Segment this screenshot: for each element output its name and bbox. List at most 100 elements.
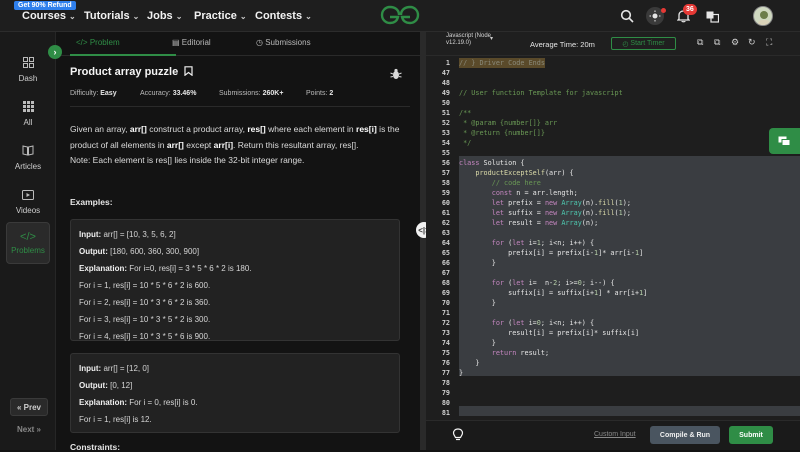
code-text: productExceptSelf(arr) { xyxy=(475,169,574,177)
code-line[interactable]: 74 } xyxy=(426,338,800,348)
code-line[interactable]: 77} xyxy=(426,368,800,378)
nav-courses[interactable]: Courses ⌄ xyxy=(22,10,76,22)
desc-bold: res[] xyxy=(247,124,266,134)
code-line[interactable]: 49 // User function Template for javascri… xyxy=(426,88,800,98)
line-number: 60 xyxy=(441,199,450,207)
desc-text: construct a product array, xyxy=(146,124,248,134)
tab-problem[interactable]: </> Problem xyxy=(76,38,120,47)
code-text: // code here xyxy=(459,179,541,187)
search-icon[interactable] xyxy=(619,8,635,24)
page-title: Product array puzzle xyxy=(70,66,193,78)
collapse-panel-button[interactable]: › xyxy=(48,45,62,59)
code-line[interactable]: 58 // code here xyxy=(426,178,800,188)
code-line[interactable]: 71 xyxy=(426,308,800,318)
sidebar-item-articles[interactable]: Articles xyxy=(6,138,50,178)
promo-badge[interactable]: Get 90% Refund xyxy=(14,1,76,10)
bug-report-icon[interactable] xyxy=(390,68,402,80)
line-number: 69 xyxy=(441,289,450,297)
line-number: 71 xyxy=(441,309,450,317)
code-line[interactable]: 73 result[i] = prefix[i]* suffix[i] xyxy=(426,328,800,338)
tab-editorial[interactable]: ▤ Editorial xyxy=(172,38,211,47)
sidebar-item-dash[interactable]: Dash xyxy=(6,50,50,90)
code-line[interactable]: 66 } xyxy=(426,258,800,268)
code-line[interactable]: 65 prefix[i] = prefix[i-1]* arr[i-1] xyxy=(426,248,800,258)
code-line[interactable]: 47 xyxy=(426,68,800,78)
code-text: * @return {number[]} xyxy=(459,129,545,137)
translate-icon[interactable] xyxy=(704,8,720,24)
code-line[interactable]: 63 xyxy=(426,228,800,238)
code-text: for (let i= n-2; i>=0; i--) { xyxy=(491,279,615,287)
sidebar-item-problems[interactable]: </> Problems xyxy=(6,222,50,264)
code-line[interactable]: 62 let result = new Array(n); xyxy=(426,218,800,228)
line-number: 53 xyxy=(441,129,450,137)
fullscreen-icon[interactable]: ⛶ xyxy=(766,37,772,48)
tab-problem-label: Problem xyxy=(89,38,120,47)
expand-icon[interactable]: ⧉ xyxy=(714,37,720,48)
tab-submissions[interactable]: ◷ Submissions xyxy=(256,38,311,47)
code-text: } xyxy=(459,299,496,307)
problem-panel: </> Problem ▤ Editorial ◷ Submissions Pr… xyxy=(56,32,420,452)
example-line: For i = 4, res[i] = 10 * 3 * 5 * 6 is 90… xyxy=(79,332,211,341)
code-line[interactable]: 53 * @return {number[]} xyxy=(426,128,800,138)
code-line[interactable]: 56 class Solution { xyxy=(426,158,800,168)
code-line[interactable]: 64 for (let i=1; i<n; i++) { xyxy=(426,238,800,248)
custom-input-link[interactable]: Custom Input xyxy=(594,431,636,438)
code-line[interactable]: 55 xyxy=(426,148,800,158)
next-button[interactable]: Next » xyxy=(10,420,48,438)
sidebar-item-label: Problems xyxy=(11,246,45,255)
code-line[interactable]: 52 * @param {number[]} arr xyxy=(426,118,800,128)
reset-icon[interactable]: ↻ xyxy=(748,37,756,48)
submit-button[interactable]: Submit xyxy=(729,426,773,444)
code-line[interactable]: 54 */ xyxy=(426,138,800,148)
chat-icon[interactable] xyxy=(769,128,800,154)
nav-jobs[interactable]: Jobs ⌄ xyxy=(147,10,182,22)
chevron-down-icon: ⌄ xyxy=(132,12,140,21)
example-line: For i = 1, res[i] = 10 * 5 * 6 * 2 is 60… xyxy=(79,281,211,290)
sidebar-item-all[interactable]: All xyxy=(6,94,50,134)
code-line[interactable]: 80 xyxy=(426,398,800,408)
code-text: let prefix = new Array(n).fill(1); xyxy=(491,199,631,207)
code-line[interactable]: 76 } xyxy=(426,358,800,368)
nav-tutorials[interactable]: Tutorials ⌄ xyxy=(84,10,139,22)
bookmark-icon[interactable] xyxy=(184,66,193,77)
code-line[interactable]: 70 } xyxy=(426,298,800,308)
lightbulb-icon[interactable] xyxy=(452,428,464,445)
gfg-logo[interactable] xyxy=(380,4,420,26)
settings-icon[interactable]: ⚙ xyxy=(731,37,739,48)
chevron-down-icon: ▾ xyxy=(490,36,494,42)
code-line[interactable]: 67 xyxy=(426,268,800,278)
code-line[interactable]: 78 xyxy=(426,378,800,388)
label: Output: xyxy=(79,381,108,390)
code-line[interactable]: 1 // } Driver Code Ends xyxy=(426,58,800,68)
code-line[interactable]: 51 /** xyxy=(426,108,800,118)
avatar[interactable] xyxy=(753,6,773,26)
code-text: } xyxy=(459,339,496,347)
code-line[interactable]: 68 for (let i= n-2; i>=0; i--) { xyxy=(426,278,800,288)
code-text: /** xyxy=(459,109,472,117)
code-text: } xyxy=(459,259,496,267)
code-line[interactable]: 72 for (let i=0; i<n; i++) { xyxy=(426,318,800,328)
code-line[interactable]: 69 suffix[i] = suffix[i+1] * arr[i+1] xyxy=(426,288,800,298)
compile-run-button[interactable]: Compile & Run xyxy=(650,426,720,444)
label: Explanation: xyxy=(79,264,128,273)
code-line[interactable]: 75 return result; xyxy=(426,348,800,358)
code-line[interactable]: 50 xyxy=(426,98,800,108)
sidebar-item-videos[interactable]: Videos xyxy=(6,182,50,222)
prev-button[interactable]: « Prev xyxy=(10,398,48,416)
code-line[interactable]: 60 let prefix = new Array(n).fill(1); xyxy=(426,198,800,208)
nav-contests[interactable]: Contests ⌄ xyxy=(255,10,312,22)
code-line[interactable]: 57 productExceptSelf(arr) { xyxy=(426,168,800,178)
language-select[interactable]: Javascript (Node v12.19.0) xyxy=(446,33,502,47)
meta-label: Accuracy: xyxy=(140,90,171,97)
code-line[interactable]: 79 xyxy=(426,388,800,398)
example-line: For i = 1, res[i] is 12. xyxy=(79,415,152,424)
code-line[interactable]: 48 xyxy=(426,78,800,88)
code-line[interactable]: 81 xyxy=(426,408,800,418)
line-number: 49 xyxy=(441,89,450,97)
code-line[interactable]: 61 let suffix = new Array(n).fill(1); xyxy=(426,208,800,218)
start-timer-button[interactable]: ◴ Start Timer xyxy=(611,37,676,50)
copy-icon[interactable]: ⧉ xyxy=(697,37,703,48)
value: [180, 600, 360, 300, 900] xyxy=(110,247,200,256)
nav-practice[interactable]: Practice ⌄ xyxy=(194,10,247,22)
code-line[interactable]: 59 const n = arr.length; xyxy=(426,188,800,198)
